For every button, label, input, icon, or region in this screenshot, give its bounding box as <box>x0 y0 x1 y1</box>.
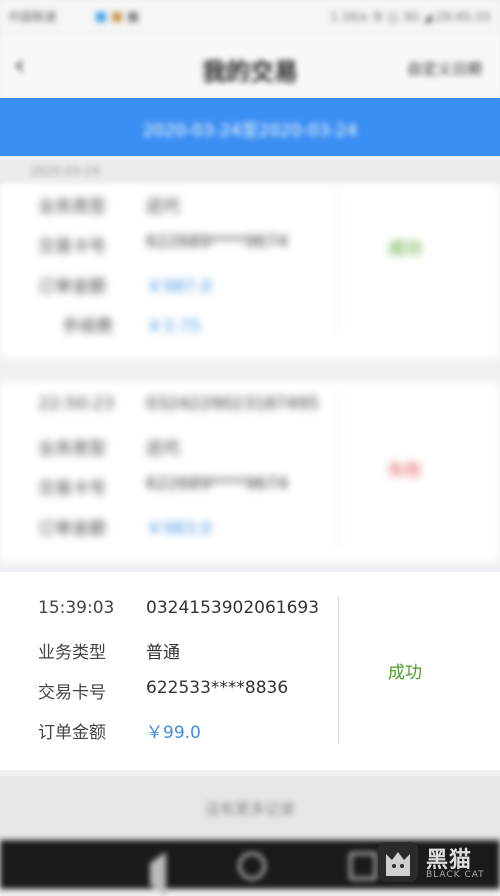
field-value: 还代 <box>146 439 180 459</box>
status-badge: 成功 <box>388 663 422 683</box>
notification-icon <box>128 12 138 22</box>
divider <box>338 596 339 744</box>
card-row: 交易卡号 622689****9674 <box>0 474 340 502</box>
transaction-card[interactable]: 15:39:03 0324153902061693 业务类型 普通 交易卡号 6… <box>0 572 500 770</box>
card-row: 订单金额 ￥983.0 <box>0 514 340 542</box>
card-row: 订单金额 ￥99.0 <box>0 718 340 746</box>
field-label: 业务类型 <box>38 197 106 217</box>
divider <box>338 392 339 546</box>
card-row: 业务类型 还代 <box>0 192 340 220</box>
field-value: 622689****9674 <box>146 232 289 252</box>
status-badge: 成功 <box>388 239 422 259</box>
card-row: 22:50:23 0324229023187495 <box>0 394 340 422</box>
field-value: ￥987.0 <box>146 277 212 297</box>
card-row: 手续费 ￥3.75 <box>0 312 340 340</box>
order-number: 0324153902061693 <box>146 598 320 618</box>
status-right-text: 1.1K/s 令 ◫ 3G ◢ 20:45:33 <box>330 10 490 24</box>
date-range-text: 2020-03-24至2020-03-24 <box>142 121 358 141</box>
recents-icon[interactable] <box>349 852 377 880</box>
transaction-time: 15:39:03 <box>38 598 115 618</box>
load-more-area[interactable]: 没有更多记录 <box>0 776 500 840</box>
card-row: 15:39:03 0324153902061693 <box>0 598 340 626</box>
status-badge: 失败 <box>388 461 422 481</box>
field-value: 还代 <box>146 197 180 217</box>
field-label: 订单金额 <box>38 519 106 539</box>
card-row: 交易卡号 622533****8836 <box>0 678 340 706</box>
field-value: 0324229023187495 <box>146 394 320 414</box>
card-row: 业务类型 普通 <box>0 638 340 666</box>
load-more-text: 没有更多记录 <box>204 800 295 818</box>
home-icon[interactable] <box>238 852 266 880</box>
field-label: 业务类型 <box>38 643 106 663</box>
cat-logo-icon <box>378 842 418 882</box>
notification-icon <box>112 12 122 22</box>
field-label: 手续费 <box>62 317 113 337</box>
order-amount-value: ￥99.0 <box>146 723 201 743</box>
header: ‹ 我的交易 自定义日期 <box>0 34 500 98</box>
field-label: 业务类型 <box>38 439 106 459</box>
field-label: 交易卡号 <box>38 683 106 703</box>
field-label: 订单金额 <box>38 723 106 743</box>
field-label: 交易卡号 <box>38 237 106 257</box>
section-date-text: 2020-03-24 <box>30 164 100 178</box>
back-icon[interactable] <box>128 852 166 896</box>
divider <box>338 190 339 334</box>
field-label: 交易卡号 <box>38 479 106 499</box>
date-range-bar[interactable]: 2020-03-24至2020-03-24 <box>0 98 500 156</box>
custom-date-button[interactable]: 自定义日期 <box>407 58 482 79</box>
transaction-card[interactable]: 22:50:23 0324229023187495 业务类型 还代 交易卡号 6… <box>0 382 500 562</box>
field-value: 622689****9674 <box>146 474 289 494</box>
business-type-value: 普通 <box>146 643 180 663</box>
transaction-card[interactable]: 业务类型 还代 交易卡号 622689****9674 订单金额 ￥987.0 … <box>0 184 500 358</box>
carrier-text: 中国联通 <box>8 10 57 24</box>
status-bar: 中国联通 1.1K/s 令 ◫ 3G ◢ 20:45:33 <box>0 0 500 34</box>
section-date-header: 2020-03-24 <box>0 160 500 184</box>
field-label: 22:50:23 <box>38 394 115 414</box>
card-number-value: 622533****8836 <box>146 678 289 698</box>
watermark-en: BLACK CAT <box>426 870 485 880</box>
watermark: 黑猫 BLACK CAT <box>378 838 496 888</box>
field-value: ￥983.0 <box>146 519 212 539</box>
field-value: ￥3.75 <box>146 317 201 337</box>
card-row: 业务类型 还代 <box>0 434 340 462</box>
field-label: 订单金额 <box>38 277 106 297</box>
card-row: 交易卡号 622689****9674 <box>0 232 340 260</box>
card-row: 订单金额 ￥987.0 <box>0 272 340 300</box>
notification-icon <box>96 12 106 22</box>
